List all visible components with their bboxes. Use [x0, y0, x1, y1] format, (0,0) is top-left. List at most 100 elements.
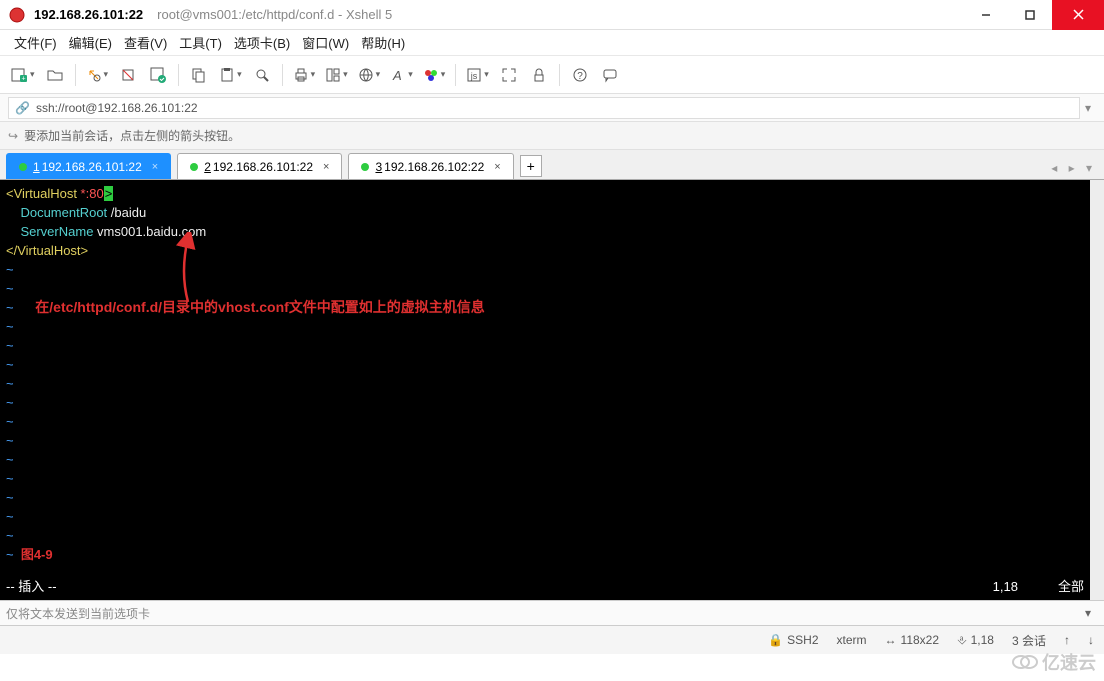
toolbar-separator: [75, 64, 76, 86]
menu-help[interactable]: 帮助(H): [361, 33, 405, 52]
toolbar-separator: [178, 64, 179, 86]
terminal-annotation-line: ~ 在/etc/httpd/conf.d/目录中的vhost.conf文件中配置…: [6, 298, 1084, 317]
watermark-text: 亿速云: [1042, 649, 1096, 675]
terminal-line: DocumentRoot /baidu: [6, 203, 1084, 222]
address-dropdown-icon[interactable]: ▾: [1080, 101, 1096, 115]
copy-button[interactable]: [185, 61, 213, 89]
disconnect-button[interactable]: [114, 61, 142, 89]
language-button[interactable]: [354, 61, 385, 89]
font-button[interactable]: A: [386, 61, 417, 89]
app-icon: [8, 6, 26, 24]
address-input[interactable]: 🔗 ssh://root@192.168.26.101:22: [8, 97, 1080, 119]
menu-file[interactable]: 文件(F): [14, 33, 57, 52]
terminal-tilde: ~: [6, 317, 1084, 336]
terminal-line: <VirtualHost *:80>: [6, 184, 1084, 203]
annotation-arrow-icon: [170, 232, 210, 312]
terminal-tilde: ~: [6, 355, 1084, 374]
tab-accel: 2: [204, 160, 211, 174]
close-button[interactable]: [1052, 0, 1104, 30]
send-dropdown-icon[interactable]: ▾: [1078, 606, 1098, 620]
svg-text:js: js: [470, 71, 478, 81]
paste-button[interactable]: [215, 61, 246, 89]
session-tab-1[interactable]: 1 192.168.26.101:22 ×: [6, 153, 171, 179]
status-dot-icon: [190, 163, 198, 171]
tab-accel: 1: [33, 160, 40, 174]
terminal-tilde: ~: [6, 279, 1084, 298]
menu-edit[interactable]: 编辑(E): [69, 33, 112, 52]
lock-small-icon: 🔒: [768, 633, 783, 647]
address-text: ssh://root@192.168.26.101:22: [36, 101, 198, 115]
properties-button[interactable]: [144, 61, 172, 89]
vim-scroll: 全部: [1058, 577, 1084, 596]
terminal-figure-line: ~ 图4-9: [6, 545, 1084, 564]
find-button[interactable]: [248, 61, 276, 89]
window-title-sub: root@vms001:/etc/httpd/conf.d - Xshell 5: [157, 7, 392, 22]
menu-tools[interactable]: 工具(T): [179, 33, 222, 52]
annotation-text: 在/etc/httpd/conf.d/目录中的vhost.conf文件中配置如上…: [35, 299, 485, 315]
svg-text:+: +: [21, 75, 25, 82]
lock-button[interactable]: [525, 61, 553, 89]
tab-close-icon[interactable]: ×: [152, 161, 158, 173]
status-down-icon[interactable]: ↓: [1088, 633, 1094, 647]
session-tab-3[interactable]: 3 192.168.26.102:22 ×: [348, 153, 513, 179]
tab-close-icon[interactable]: ×: [494, 161, 500, 173]
toolbar: + A js ?: [0, 56, 1104, 94]
script-button[interactable]: js: [462, 61, 493, 89]
terminal-tilde: ~: [6, 336, 1084, 355]
titlebar: 192.168.26.101:22 root@vms001:/etc/httpd…: [0, 0, 1104, 30]
statusbar: 🔒SSH2 xterm ↔118x22 ⎀1,18 3 会话 ↑ ↓: [0, 626, 1104, 654]
tab-label: 192.168.26.102:22: [384, 160, 484, 174]
open-button[interactable]: [41, 61, 69, 89]
maximize-button[interactable]: [1008, 0, 1052, 30]
link-icon: 🔗: [15, 101, 30, 115]
status-sessions: 3 会话: [1012, 632, 1046, 649]
status-size: ↔118x22: [885, 633, 939, 647]
addressbar: 🔗 ssh://root@192.168.26.101:22 ▾: [0, 94, 1104, 122]
terminal-tilde: ~: [6, 507, 1084, 526]
scrollbar-thumb[interactable]: [1090, 180, 1104, 220]
menu-view[interactable]: 查看(V): [124, 33, 167, 52]
terminal-pane[interactable]: <VirtualHost *:80> DocumentRoot /baidu S…: [0, 180, 1104, 600]
help-button[interactable]: ?: [566, 61, 594, 89]
status-protocol: 🔒SSH2: [768, 633, 818, 647]
svg-text:A: A: [392, 68, 402, 83]
window-buttons: [964, 0, 1104, 30]
reconnect-button[interactable]: [82, 61, 113, 89]
terminal-tilde: ~: [6, 412, 1084, 431]
status-up-icon[interactable]: ↑: [1064, 633, 1070, 647]
resize-icon: ↔: [885, 633, 897, 647]
status-cursor: ⎀1,18: [957, 633, 994, 648]
hint-text: 要添加当前会话，点击左侧的箭头按钮。: [24, 127, 240, 144]
terminal-tilde: ~: [6, 260, 1084, 279]
tab-label: 192.168.26.101:22: [213, 160, 313, 174]
toolbar-separator: [455, 64, 456, 86]
watermark-logo: 亿速云: [1012, 649, 1096, 675]
send-input[interactable]: 仅将文本发送到当前选项卡: [6, 605, 1078, 622]
minimize-button[interactable]: [964, 0, 1008, 30]
terminal-tilde: ~: [6, 488, 1084, 507]
menu-tab[interactable]: 选项卡(B): [234, 33, 290, 52]
terminal-line: </VirtualHost>: [6, 241, 1084, 260]
terminal-tilde: ~: [6, 374, 1084, 393]
add-tab-button[interactable]: +: [520, 155, 542, 177]
terminal-line: ServerName vms001.baidu.com: [6, 222, 1084, 241]
tab-close-icon[interactable]: ×: [323, 161, 329, 173]
tab-nav-arrows[interactable]: ◂ ▸ ▾: [1051, 161, 1096, 175]
fullscreen-button[interactable]: [495, 61, 523, 89]
color-button[interactable]: [419, 61, 450, 89]
svg-text:?: ?: [577, 71, 583, 82]
layout-button[interactable]: [321, 61, 352, 89]
window-title-main: 192.168.26.101:22: [34, 7, 143, 22]
hint-arrow-icon[interactable]: ↪: [8, 129, 18, 143]
tab-label: 192.168.26.101:22: [42, 160, 142, 174]
figure-label: 图4-9: [21, 547, 53, 562]
terminal-tilde: ~: [6, 431, 1084, 450]
new-session-button[interactable]: +: [6, 61, 39, 89]
vim-cursor-pos: 1,18: [993, 577, 1018, 596]
print-button[interactable]: [289, 61, 320, 89]
menu-window[interactable]: 窗口(W): [302, 33, 349, 52]
cursor-pos-icon: ⎀: [957, 633, 967, 648]
session-tab-2[interactable]: 2 192.168.26.101:22 ×: [177, 153, 342, 179]
feedback-button[interactable]: [596, 61, 624, 89]
terminal-tilde: ~: [6, 393, 1084, 412]
